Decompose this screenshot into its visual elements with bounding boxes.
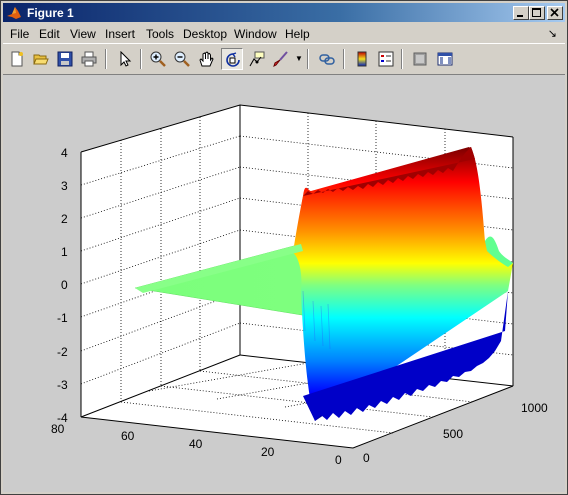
maximize-icon (532, 8, 541, 17)
show-plot-tools-icon (437, 52, 453, 66)
z-tick-label: 1 (61, 245, 68, 259)
title-bar[interactable]: Figure 1 (3, 3, 565, 22)
save-icon (57, 51, 73, 67)
menu-insert[interactable]: Insert (105, 27, 135, 41)
new-figure-button[interactable] (6, 48, 28, 70)
select-arrow-icon (120, 51, 132, 67)
menu-window[interactable]: Window (234, 27, 277, 41)
print-icon (81, 51, 97, 67)
open-file-icon (33, 54, 49, 65)
menu-file[interactable]: File (10, 27, 29, 41)
figure-canvas[interactable]: 4 3 2 1 0 -1 -2 -3 -4 0 20 40 60 80 0 50… (3, 75, 565, 492)
z-tick-label: 0 (61, 278, 68, 292)
x-tick-label: 60 (121, 429, 135, 443)
minimize-icon (517, 15, 523, 17)
menu-view[interactable]: View (70, 27, 96, 41)
matlab-logo-icon (7, 7, 21, 19)
figure-window: Figure 1 File Edit View Insert Tools Des… (0, 0, 568, 495)
hide-plot-tools-button[interactable] (409, 48, 431, 70)
z-tick-label: -2 (57, 345, 68, 359)
open-file-button[interactable] (30, 48, 52, 70)
dock-arrow-icon[interactable]: ↘ (548, 27, 557, 40)
brush-icon (273, 51, 288, 67)
new-figure-icon (11, 51, 23, 67)
close-icon (550, 8, 559, 17)
toolbar-separator (105, 49, 107, 69)
menu-tools[interactable]: Tools (146, 27, 174, 41)
rotate-3d-icon (226, 52, 240, 67)
y-tick-label: 0 (363, 451, 370, 465)
brush-dropdown-icon[interactable]: ▼ (295, 54, 303, 63)
z-tick-label: 2 (61, 212, 68, 226)
z-tick-label: -3 (57, 378, 68, 392)
x-tick-label: 80 (51, 422, 65, 436)
toolbar-separator (140, 49, 142, 69)
z-axis-ticks: 4 3 2 1 0 -1 -2 -3 -4 (57, 146, 68, 425)
z-tick-label: 4 (61, 146, 68, 160)
legend-icon (378, 51, 394, 67)
colorbar-icon (357, 51, 367, 67)
pan-button[interactable] (195, 48, 217, 70)
x-tick-label: 40 (189, 437, 203, 451)
y-tick-label: 500 (443, 427, 463, 441)
z-tick-label: -1 (57, 311, 68, 325)
menu-edit[interactable]: Edit (39, 27, 60, 41)
data-cursor-button[interactable] (246, 48, 268, 70)
legend-button[interactable] (375, 48, 397, 70)
zoom-in-button[interactable] (147, 48, 169, 70)
y-tick-label: 1000 (521, 401, 548, 415)
save-button[interactable] (54, 48, 76, 70)
x-tick-label: 0 (335, 453, 342, 467)
hide-plot-tools-icon (413, 52, 427, 66)
brush-button[interactable] (270, 48, 292, 70)
link-plot-icon (319, 54, 335, 65)
maximize-button[interactable] (529, 6, 545, 20)
rotate-3d-button[interactable] (221, 48, 243, 70)
x-tick-label: 20 (261, 445, 275, 459)
z-tick-label: 3 (61, 179, 68, 193)
select-button[interactable] (114, 48, 136, 70)
toolbar-separator (307, 49, 309, 69)
print-button[interactable] (78, 48, 100, 70)
toolbar-separator (401, 49, 403, 69)
link-plot-button[interactable] (316, 48, 338, 70)
window-title: Figure 1 (27, 6, 74, 20)
minimize-button[interactable] (513, 6, 529, 20)
colorbar-button[interactable] (351, 48, 373, 70)
figure-toolbar: ▼ (3, 43, 565, 75)
menu-bar: File Edit View Insert Tools Desktop Wind… (3, 23, 565, 43)
show-plot-tools-button[interactable] (434, 48, 456, 70)
zoom-out-icon (174, 51, 190, 67)
zoom-in-icon (150, 51, 166, 67)
data-cursor-icon (249, 51, 265, 67)
surface-plot[interactable]: 4 3 2 1 0 -1 -2 -3 -4 0 20 40 60 80 0 50… (3, 75, 565, 492)
zoom-out-button[interactable] (171, 48, 193, 70)
toolbar-separator (343, 49, 345, 69)
close-button[interactable] (547, 6, 563, 20)
menu-desktop[interactable]: Desktop (183, 27, 227, 41)
pan-hand-icon (199, 51, 214, 67)
menu-help[interactable]: Help (285, 27, 310, 41)
